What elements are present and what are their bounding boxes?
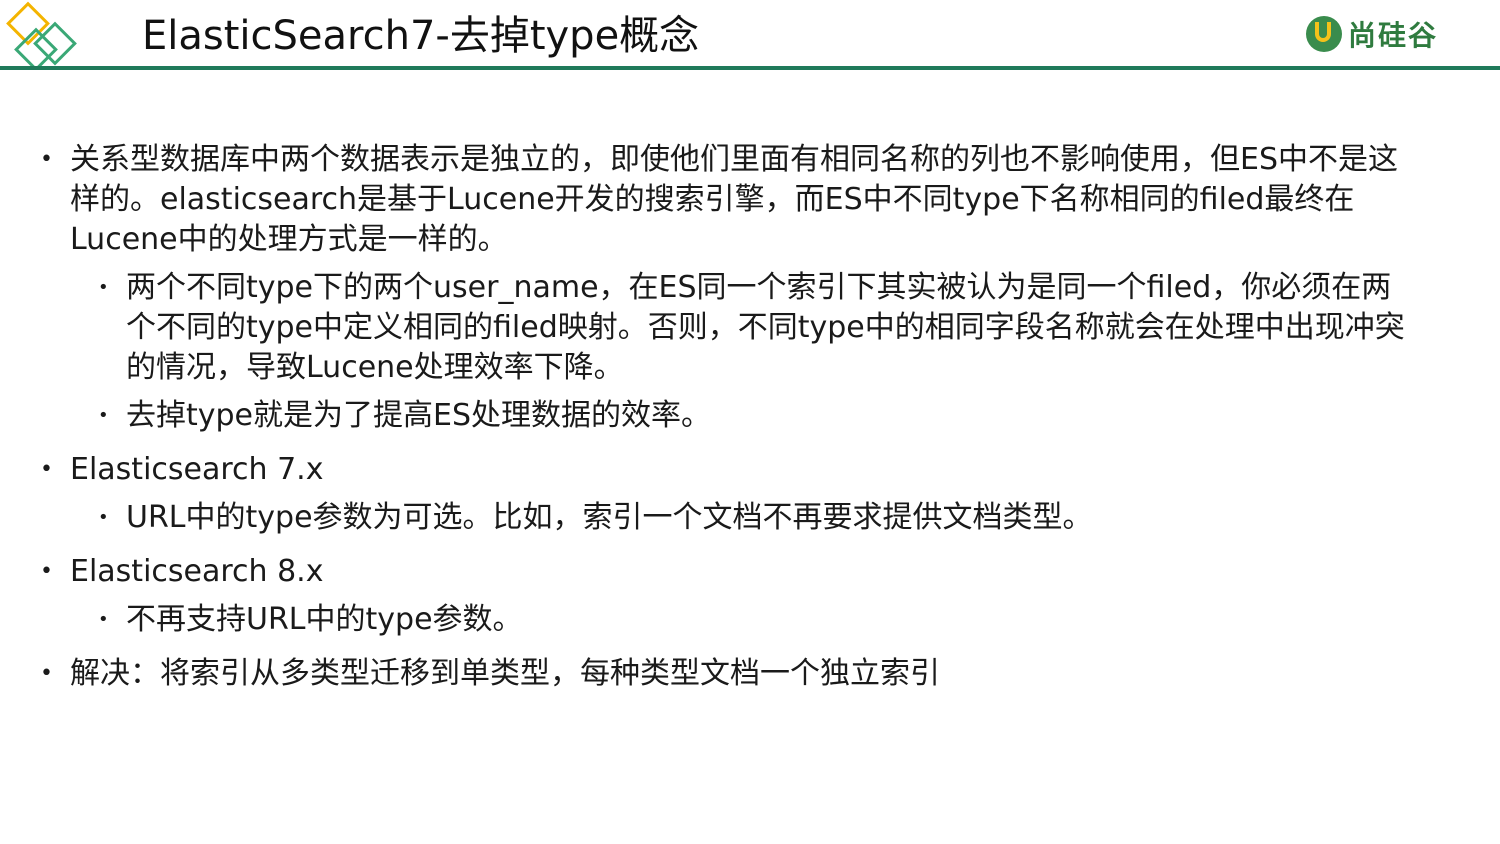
bullet-dot-icon: • — [98, 405, 109, 426]
bullet-list: • 关系型数据库中两个数据表示是独立的，即使他们里面有相同名称的列也不影响使用，… — [0, 140, 1500, 694]
bullet-dot-icon: • — [98, 507, 109, 528]
bullet-dot-icon: • — [40, 559, 53, 584]
sub-bullet-item: • URL中的type参数为可选。比如，索引一个文档不再要求提供文档类型。 — [0, 498, 1416, 538]
slide-title: ElasticSearch7-去掉type概念 — [142, 13, 700, 59]
sub-bullet-item: • 不再支持URL中的type参数。 — [0, 600, 1416, 640]
bullet-text: 不再支持URL中的type参数。 — [126, 602, 523, 637]
bullet-dot-icon: • — [98, 277, 109, 298]
diamond-logo-icon — [0, 0, 82, 72]
bullet-dot-icon: • — [40, 457, 53, 482]
bullet-item: • Elasticsearch 8.x — [0, 552, 1420, 592]
bullet-text: 解决：将索引从多类型迁移到单类型，每种类型文档一个独立索引 — [70, 656, 940, 691]
bullet-item: • Elasticsearch 7.x — [0, 450, 1420, 490]
sub-bullet-item: • 两个不同type下的两个user_name，在ES同一个索引下其实被认为是同… — [0, 268, 1416, 388]
bullet-text: Elasticsearch 7.x — [70, 452, 324, 487]
bullet-text: 两个不同type下的两个user_name，在ES同一个索引下其实被认为是同一个… — [126, 270, 1405, 385]
bullet-item: • 解决：将索引从多类型迁移到单类型，每种类型文档一个独立索引 — [0, 654, 1420, 694]
bullet-dot-icon: • — [98, 609, 109, 630]
bullet-text: 去掉type就是为了提高ES处理数据的效率。 — [126, 398, 712, 433]
bullet-text: 关系型数据库中两个数据表示是独立的，即使他们里面有相同名称的列也不影响使用，但E… — [70, 142, 1398, 257]
bullet-dot-icon: • — [40, 661, 53, 686]
bullet-dot-icon: • — [40, 147, 53, 172]
title-divider — [0, 66, 1500, 70]
cup-logo-icon — [1306, 16, 1342, 52]
bullet-item: • 关系型数据库中两个数据表示是独立的，即使他们里面有相同名称的列也不影响使用，… — [0, 140, 1420, 260]
brand-text: 尚硅谷 — [1348, 19, 1439, 52]
bullet-text: URL中的type参数为可选。比如，索引一个文档不再要求提供文档类型。 — [126, 500, 1093, 535]
sub-bullet-item: • 去掉type就是为了提高ES处理数据的效率。 — [0, 396, 1416, 436]
brand-logo: 尚硅谷 — [1306, 14, 1438, 54]
bullet-text: Elasticsearch 8.x — [70, 554, 324, 589]
